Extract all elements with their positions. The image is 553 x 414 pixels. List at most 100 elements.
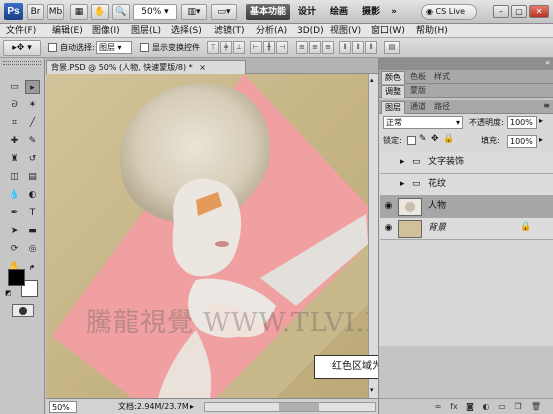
toolbox-grip[interactable] <box>3 61 41 65</box>
eye-icon[interactable]: ◉ <box>383 201 394 212</box>
path-selection-tool-icon[interactable]: ➤ <box>7 224 22 238</box>
3d-orbit-tool-icon[interactable]: ◎ <box>25 242 40 256</box>
menu-filter[interactable]: 滤镜(T) <box>214 24 245 38</box>
tab-adjustments[interactable]: 调整 <box>381 85 405 98</box>
tab-layers[interactable]: 图层 <box>381 101 405 114</box>
collapse-panels-icon[interactable]: « <box>545 58 550 67</box>
brush-tool-icon[interactable]: ✎ <box>25 134 40 148</box>
hand-tool-icon[interactable]: ✋ <box>91 4 109 20</box>
crop-tool-icon[interactable]: ⌗ <box>7 116 22 130</box>
gradient-tool-icon[interactable]: ▤ <box>25 170 40 184</box>
close-button[interactable]: ✕ <box>529 5 549 18</box>
menu-analysis[interactable]: 分析(A) <box>256 24 287 38</box>
screen-mode-icon[interactable]: ▭▾ <box>211 4 237 20</box>
eyedropper-tool-icon[interactable]: ╱ <box>25 116 40 130</box>
bridge-icon[interactable]: Br <box>27 4 44 20</box>
foreground-color-swatch[interactable] <box>8 269 25 286</box>
default-colors-icon[interactable]: ◩ <box>5 289 12 297</box>
scroll-down-icon[interactable]: ▾ <box>370 386 377 394</box>
auto-select-dropdown[interactable]: 图层 ▾ <box>96 41 132 54</box>
lock-all-icon[interactable]: 🔒 <box>443 134 454 144</box>
layer-row[interactable]: ◉ 背景 🔒 <box>380 218 553 240</box>
blur-tool-icon[interactable]: 💧 <box>7 188 22 202</box>
history-brush-tool-icon[interactable]: ↺ <box>25 152 40 166</box>
layer-row-selected[interactable]: ◉ 人物 <box>380 196 553 218</box>
align-top-icon[interactable]: ⊤ <box>207 41 219 54</box>
zoom-tool-icon[interactable]: 🔍 <box>112 4 130 20</box>
workspace-essentials[interactable]: 基本功能 <box>246 4 290 20</box>
fill-arrow-icon[interactable]: ▸ <box>539 135 543 144</box>
lasso-tool-icon[interactable]: ᘐ <box>7 98 22 112</box>
tab-swatches[interactable]: 色板 <box>407 71 429 84</box>
view-extras-icon[interactable]: ▦ <box>70 4 88 20</box>
3d-rotate-tool-icon[interactable]: ⟳ <box>7 242 22 256</box>
magic-wand-tool-icon[interactable]: ✶ <box>25 98 40 112</box>
auto-select-checkbox[interactable] <box>48 43 57 52</box>
new-group-icon[interactable]: ▭ <box>495 401 509 413</box>
workspace-photography[interactable]: 摄影 <box>358 4 384 20</box>
layer-style-icon[interactable]: fx <box>447 401 461 413</box>
canvas[interactable]: 騰龍視覺 WWW.TLVI.NET <box>46 74 368 398</box>
status-zoom-field[interactable]: 50% <box>49 401 77 413</box>
horizontal-scrollbar[interactable] <box>204 402 376 412</box>
shape-tool-icon[interactable]: ▬ <box>25 224 40 238</box>
link-layers-icon[interactable]: ∞ <box>431 401 445 413</box>
align-left-icon[interactable]: ⊢ <box>250 41 262 54</box>
type-tool-icon[interactable]: T <box>25 206 40 220</box>
healing-brush-tool-icon[interactable]: ✚ <box>7 134 22 148</box>
distribute-vcenter-icon[interactable]: ≡ <box>309 41 321 54</box>
new-layer-icon[interactable]: ❐ <box>511 401 525 413</box>
lock-transparent-icon[interactable] <box>407 136 416 145</box>
distribute-top-icon[interactable]: ≡ <box>296 41 308 54</box>
menu-file[interactable]: 文件(F) <box>6 24 36 38</box>
add-mask-icon[interactable]: ◙ <box>463 401 477 413</box>
opacity-arrow-icon[interactable]: ▸ <box>539 116 543 125</box>
dodge-tool-icon[interactable]: ◐ <box>25 188 40 202</box>
tab-styles[interactable]: 样式 <box>431 71 453 84</box>
eye-icon[interactable]: ◉ <box>383 223 394 234</box>
clone-stamp-tool-icon[interactable]: ♜ <box>7 152 22 166</box>
tool-preset-picker[interactable]: ▸✥ ▾ <box>3 40 41 56</box>
scroll-thumb[interactable] <box>279 403 319 411</box>
workspace-painting[interactable]: 绘画 <box>326 4 352 20</box>
visibility-toggle[interactable] <box>383 157 394 168</box>
delete-layer-icon[interactable]: 🗑 <box>529 401 543 413</box>
tab-channels[interactable]: 通道 <box>407 101 429 114</box>
status-menu-arrow-icon[interactable]: ▸ <box>190 402 200 412</box>
tab-color[interactable]: 颜色 <box>381 71 405 84</box>
move-tool-icon[interactable]: ▸ <box>25 80 40 94</box>
minibridge-icon[interactable]: Mb <box>47 4 64 20</box>
distribute-hcenter-icon[interactable]: ⦀ <box>352 41 364 54</box>
distribute-bottom-icon[interactable]: ≡ <box>322 41 334 54</box>
align-hcenter-icon[interactable]: ╫ <box>263 41 275 54</box>
menu-help[interactable]: 帮助(H) <box>416 24 448 38</box>
menu-window[interactable]: 窗口(W) <box>371 24 405 38</box>
layer-row[interactable]: ▸ ▭ 文字装饰 <box>380 152 553 174</box>
auto-align-icon[interactable]: ▤ <box>384 41 400 54</box>
marquee-tool-icon[interactable]: ▭ <box>7 80 22 94</box>
document-tab[interactable]: 背景.PSD @ 50% (人物, 快速蒙版/8) * × <box>46 60 246 74</box>
menu-view[interactable]: 视图(V) <box>330 24 361 38</box>
distribute-left-icon[interactable]: ⦀ <box>339 41 351 54</box>
tab-masks[interactable]: 蒙版 <box>407 85 429 98</box>
quick-mask-button[interactable] <box>12 304 34 317</box>
menu-layer[interactable]: 图层(L) <box>131 24 161 38</box>
distribute-right-icon[interactable]: ⦀ <box>365 41 377 54</box>
workspace-design[interactable]: 设计 <box>294 4 320 20</box>
zoom-level-select[interactable]: 50% ▾ <box>133 4 177 20</box>
swap-colors-icon[interactable]: ↱ <box>29 264 35 272</box>
menu-edit[interactable]: 编辑(E) <box>52 24 83 38</box>
group-expand-icon[interactable]: ▸ <box>400 156 405 169</box>
minimize-button[interactable]: – <box>493 5 509 18</box>
cs-live-button[interactable]: ◉ CS Live <box>421 4 477 20</box>
fill-field[interactable]: 100% <box>507 135 537 148</box>
menu-image[interactable]: 图像(I) <box>92 24 120 38</box>
arrange-documents-icon[interactable]: ▥▾ <box>181 4 207 20</box>
more-workspaces-button[interactable]: » <box>388 4 400 20</box>
opacity-field[interactable]: 100% <box>507 116 537 129</box>
vertical-scrollbar[interactable]: ▴ ▾ <box>368 74 378 398</box>
eraser-tool-icon[interactable]: ◫ <box>7 170 22 184</box>
align-bottom-icon[interactable]: ⊥ <box>233 41 245 54</box>
visibility-toggle[interactable] <box>383 179 394 190</box>
scroll-up-icon[interactable]: ▴ <box>370 76 377 84</box>
